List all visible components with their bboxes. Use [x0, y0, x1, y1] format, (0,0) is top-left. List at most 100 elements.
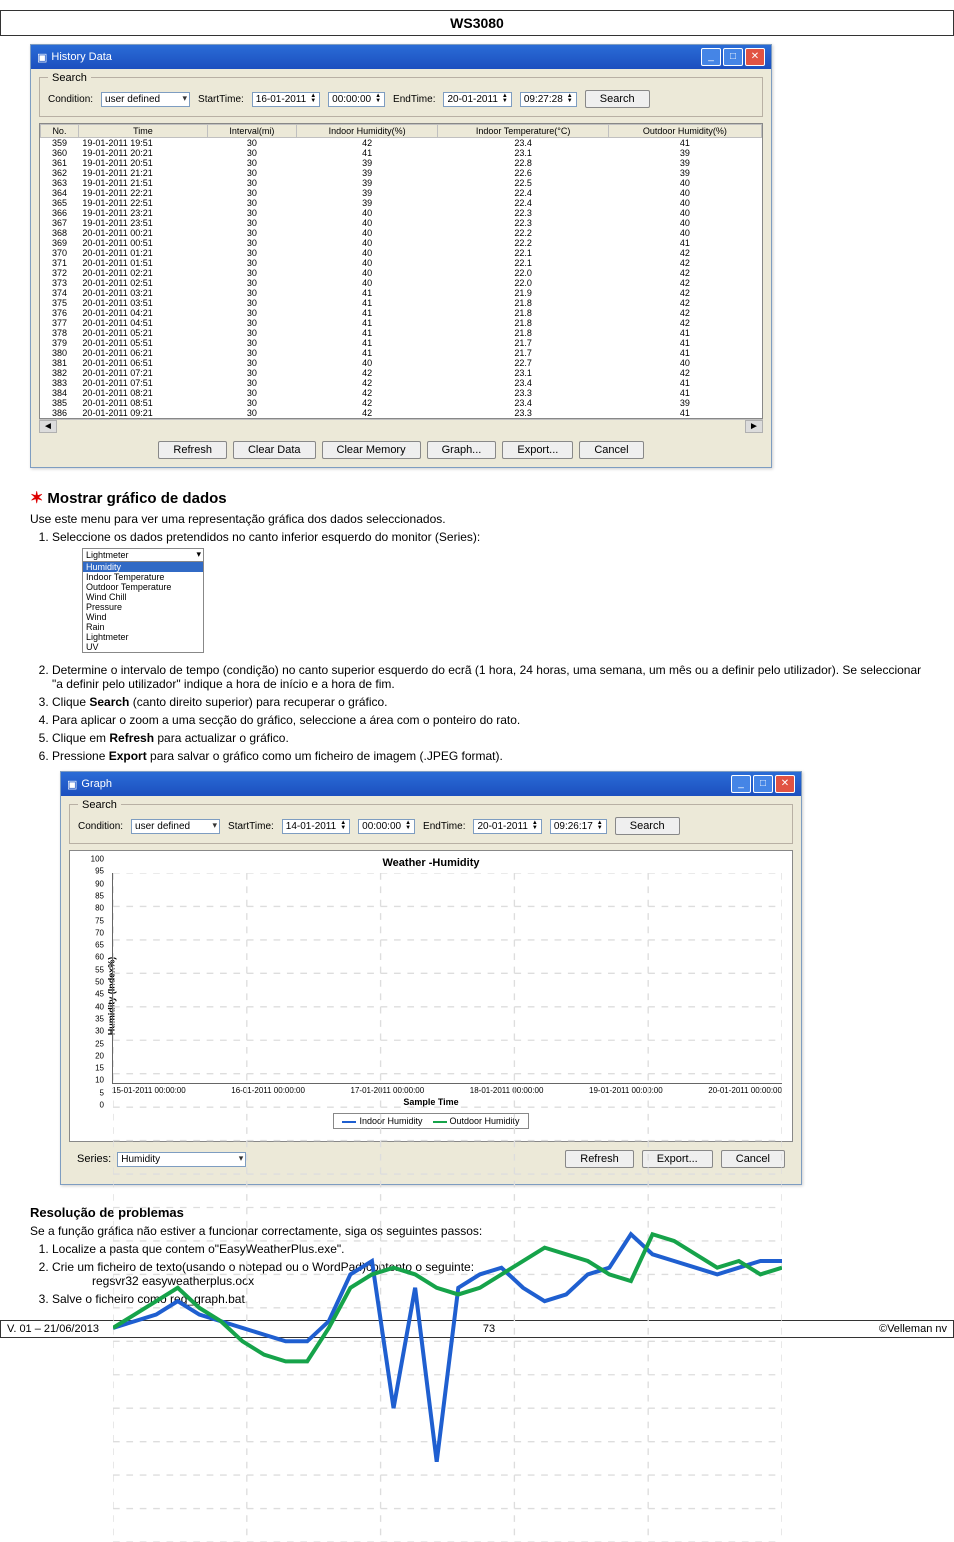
maximize-icon[interactable]: □ — [723, 48, 743, 66]
table-row[interactable]: 37820-01-2011 05:21304121.841 — [41, 328, 762, 338]
search-button[interactable]: Search — [585, 90, 650, 108]
series-dropdown-open[interactable]: Lightmeter Humidity Indoor TemperatureOu… — [82, 548, 204, 653]
series-selected[interactable]: Lightmeter — [83, 549, 203, 561]
condition-dropdown[interactable]: user defined — [101, 92, 190, 107]
table-row[interactable]: 36119-01-2011 20:51303922.839 — [41, 158, 762, 168]
section-show-graph: ✶ Mostrar gráfico de dados — [30, 488, 924, 508]
steps-list: Seleccione os dados pretendidos no canto… — [52, 530, 924, 763]
table-row[interactable]: 36619-01-2011 23:21304022.340 — [41, 208, 762, 218]
ytick: 35 — [95, 1014, 104, 1023]
scroll-right-icon[interactable]: ► — [745, 420, 763, 433]
table-row[interactable]: 35919-01-2011 19:51304223.441 — [41, 138, 762, 149]
start-date-input[interactable]: 16-01-2011▲▼ — [252, 92, 320, 107]
ytick: 65 — [95, 941, 104, 950]
minimize-icon[interactable]: _ — [701, 48, 721, 66]
table-header[interactable]: Indoor Humidity(%) — [296, 125, 438, 138]
ytick: 70 — [95, 928, 104, 937]
ytick: 60 — [95, 953, 104, 962]
start-time-input[interactable]: 00:00:00▲▼ — [328, 92, 385, 107]
table-row[interactable]: 37320-01-2011 02:51304022.042 — [41, 278, 762, 288]
section-icon: ✶ — [30, 488, 43, 508]
table-row[interactable]: 37920-01-2011 05:51304121.741 — [41, 338, 762, 348]
ytick: 15 — [95, 1064, 104, 1073]
table-row[interactable]: 37720-01-2011 04:51304121.842 — [41, 318, 762, 328]
series-option[interactable]: Indoor Temperature — [83, 572, 203, 582]
end-time-input[interactable]: 09:26:17▲▼ — [550, 819, 607, 834]
table-header[interactable]: Outdoor Humidity(%) — [608, 125, 761, 138]
history-titlebar[interactable]: ▣ History Data _ □ ✕ — [31, 45, 771, 69]
table-row[interactable]: 36920-01-2011 00:51304022.241 — [41, 238, 762, 248]
series-opt-humidity[interactable]: Humidity — [83, 562, 203, 572]
search-button[interactable]: Search — [615, 817, 680, 835]
chart-area[interactable]: Weather -Humidity Humidity (Index%) 1009… — [69, 850, 793, 1142]
ytick: 40 — [95, 1002, 104, 1011]
series-option[interactable]: Wind Chill — [83, 592, 203, 602]
table-row[interactable]: 38220-01-2011 07:21304223.142 — [41, 368, 762, 378]
export-button[interactable]: Export... — [502, 441, 573, 459]
series-option[interactable]: Rain — [83, 622, 203, 632]
history-search-fieldset: Search Condition: user defined StartTime… — [39, 77, 763, 117]
ytick: 30 — [95, 1027, 104, 1036]
table-row[interactable]: 37220-01-2011 02:21304022.042 — [41, 268, 762, 278]
series-select[interactable]: Humidity — [117, 1152, 246, 1167]
table-row[interactable]: 37420-01-2011 03:21304121.942 — [41, 288, 762, 298]
minimize-icon[interactable]: _ — [731, 775, 751, 793]
history-table[interactable]: No.TimeInterval(mi)Indoor Humidity(%)Ind… — [39, 123, 763, 419]
table-row[interactable]: 36719-01-2011 23:51304022.340 — [41, 218, 762, 228]
end-time-input[interactable]: 09:27:28▲▼ — [520, 92, 577, 107]
ytick: 95 — [95, 867, 104, 876]
scroll-left-icon[interactable]: ◄ — [39, 420, 57, 433]
condition-dropdown[interactable]: user defined — [131, 819, 220, 834]
graph-button[interactable]: Graph... — [427, 441, 497, 459]
table-row[interactable]: 36319-01-2011 21:51303922.540 — [41, 178, 762, 188]
chart-series-line — [113, 1234, 782, 1461]
table-row[interactable]: 36419-01-2011 22:21303922.440 — [41, 188, 762, 198]
table-row[interactable]: 37620-01-2011 04:21304121.842 — [41, 308, 762, 318]
table-row[interactable]: 36019-01-2011 20:21304123.139 — [41, 148, 762, 158]
doc-header: WS3080 — [0, 10, 954, 36]
table-row[interactable]: 37520-01-2011 03:51304121.842 — [41, 298, 762, 308]
table-row[interactable]: 38620-01-2011 09:21304223.341 — [41, 408, 762, 418]
step-2: Determine o intervalo de tempo (condição… — [52, 663, 924, 691]
series-option[interactable]: Pressure — [83, 602, 203, 612]
chart-plot[interactable] — [112, 873, 782, 1084]
clear-memory-button[interactable]: Clear Memory — [322, 441, 421, 459]
clear-data-button[interactable]: Clear Data — [233, 441, 316, 459]
series-option[interactable]: Lightmeter — [83, 632, 203, 642]
table-row[interactable]: 37020-01-2011 01:21304022.142 — [41, 248, 762, 258]
table-header[interactable]: Indoor Temperature(°C) — [438, 125, 608, 138]
graph-search-fieldset: Search Condition: user defined StartTime… — [69, 804, 793, 844]
start-date-input[interactable]: 14-01-2011▲▼ — [282, 819, 350, 834]
graph-titlebar[interactable]: ▣ Graph _ □ ✕ — [61, 772, 801, 796]
table-row[interactable]: 38420-01-2011 08:21304223.341 — [41, 388, 762, 398]
table-row[interactable]: 37120-01-2011 01:51304022.142 — [41, 258, 762, 268]
end-date-input[interactable]: 20-01-2011▲▼ — [473, 819, 541, 834]
table-row[interactable]: 38320-01-2011 07:51304223.441 — [41, 378, 762, 388]
ytick: 10 — [95, 1076, 104, 1085]
table-row[interactable]: 38120-01-2011 06:51304022.740 — [41, 358, 762, 368]
endtime-label: EndTime: — [423, 821, 465, 832]
series-option[interactable]: Wind — [83, 612, 203, 622]
table-row[interactable]: 36820-01-2011 00:21304022.240 — [41, 228, 762, 238]
graph-window: ▣ Graph _ □ ✕ Search Condition: user def… — [60, 771, 802, 1185]
table-row[interactable]: 36219-01-2011 21:21303922.639 — [41, 168, 762, 178]
condition-label: Condition: — [78, 821, 123, 832]
table-row[interactable]: 38520-01-2011 08:51304223.439 — [41, 398, 762, 408]
table-row[interactable]: 38020-01-2011 06:21304121.741 — [41, 348, 762, 358]
cancel-button[interactable]: Cancel — [579, 441, 643, 459]
table-header[interactable]: Time — [78, 125, 207, 138]
refresh-button[interactable]: Refresh — [158, 441, 227, 459]
maximize-icon[interactable]: □ — [753, 775, 773, 793]
close-icon[interactable]: ✕ — [745, 48, 765, 66]
end-date-input[interactable]: 20-01-2011▲▼ — [443, 92, 511, 107]
series-option[interactable]: UV — [83, 642, 203, 652]
table-header[interactable]: No. — [41, 125, 79, 138]
series-option[interactable]: Outdoor Temperature — [83, 582, 203, 592]
horizontal-scrollbar[interactable]: ◄ ► — [39, 419, 763, 433]
doc-title: WS3080 — [450, 15, 504, 31]
start-time-input[interactable]: 00:00:00▲▼ — [358, 819, 415, 834]
table-header[interactable]: Interval(mi) — [207, 125, 296, 138]
close-icon[interactable]: ✕ — [775, 775, 795, 793]
table-row[interactable]: 36519-01-2011 22:51303922.440 — [41, 198, 762, 208]
ytick: 20 — [95, 1051, 104, 1060]
